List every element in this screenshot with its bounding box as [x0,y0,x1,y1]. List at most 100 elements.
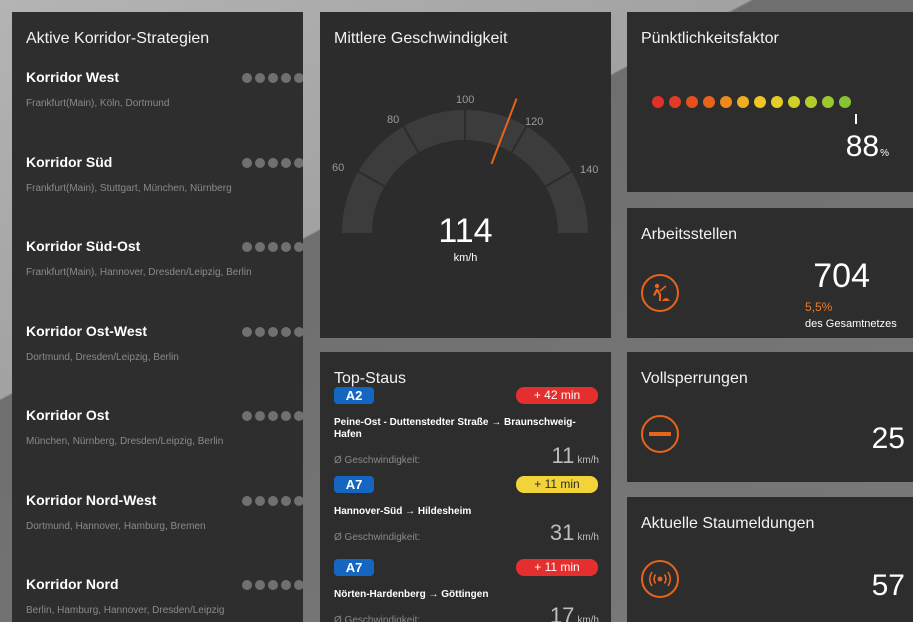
scale-dot [788,96,800,108]
corridor-item[interactable]: Korridor West Frankfurt(Main), Köln, Dort… [26,69,303,129]
corridor-cities: Dortmund, Hannover, Hamburg, Bremen [26,520,206,532]
status-dot [268,242,278,252]
worksites-percent: 5,5% [805,300,833,314]
corridor-cities: Berlin, Hamburg, Hannover, Dresden/Leipz… [26,605,225,616]
scale-dot [737,96,749,108]
status-dot [255,242,265,252]
status-dot [255,411,265,421]
status-dot [281,242,291,252]
scale-dot [669,96,681,108]
top-jams-panel: Top-Staus A2 + 42 min Peine-Ost - Duttenst… [320,352,611,622]
status-dot [268,157,278,168]
corridor-strategies-panel: Aktive Korridor-Strategien Korridor West… [12,12,303,622]
status-dot [281,326,291,337]
status-dot [268,495,278,506]
speed-unit: km/h [453,252,478,264]
corridor-name: Korridor Süd-Ost [26,238,141,254]
speed-value: 114 [438,212,493,250]
panel-title: Pünktlichkeitsfaktor [641,30,779,47]
average-speed-panel: Mittlere Geschwindigkeit 60 80 100 120 140 1… [320,12,611,338]
status-dots [242,73,303,83]
corridor-cities: Frankfurt(Main), Köln, Dortmund [26,98,170,109]
panel-title: Arbeitsstellen [641,226,738,243]
punctuality-marker [855,114,857,124]
scale-dot [839,96,851,108]
gauge-tick-label: 140 [580,164,599,176]
corridor-cities: Dortmund, Dresden/Leipzig, Berlin [26,351,179,363]
speed-label: Ø Geschwindigkeit: [334,615,421,622]
scale-dot [703,96,715,108]
jam-route: Peine-Ost - Duttenstedter Straße → Braun… [334,417,576,440]
gauge-tick-label: 60 [332,162,345,174]
status-dot [268,326,278,337]
scale-dot [822,96,834,108]
road-badge: A7 [334,476,374,493]
corridor-item[interactable]: Korridor Süd-Ost Frankfurt(Main), Hannove… [26,238,303,298]
status-dot [281,73,291,83]
status-dot [255,73,265,83]
corridor-item[interactable]: Korridor Süd Frankfurt(Main), Stuttgart, … [26,153,303,214]
status-dot [242,580,252,590]
no-entry-icon [641,415,679,453]
punctuality-scale [652,96,851,108]
corridor-name: Korridor Ost [26,407,110,423]
corridor-item[interactable]: Korridor Ost München, Nürnberg, Dresden/L… [26,407,303,467]
status-dot [242,495,252,506]
worksites-panel: Arbeitsstellen 704 5,5% des Gesamtnetzes [627,208,913,338]
corridor-item[interactable]: Korridor Nord-West Dortmund, Hannover, Ha… [26,491,303,552]
broadcast-icon [641,560,679,598]
status-dot [281,411,291,421]
scale-dot [720,96,732,108]
scale-dot [771,96,783,108]
corridor-name: Korridor Nord-West [26,491,157,508]
status-dot [242,411,252,421]
road-badge: A7 [334,559,374,576]
speed-gauge [342,98,588,234]
scale-dot [805,96,817,108]
scale-dot [652,96,664,108]
scale-dot [754,96,766,108]
corridor-cities: München, Nürnberg, Dresden/Leipzig, Berl… [26,436,224,447]
worksites-value: 704 [813,257,870,295]
status-dots [242,242,303,252]
jam-route: Nörten-Hardenberg → Göttingen [334,589,489,600]
corridor-cities: Frankfurt(Main), Hannover, Dresden/Leipz… [26,267,252,278]
closures-value: 25 [871,422,905,455]
corridor-item[interactable]: Korridor Ost-West Dortmund, Dresden/Leipz… [26,323,303,383]
punctuality-value: 88% [845,130,889,163]
worksites-caption: des Gesamtnetzes [805,318,897,330]
corridor-name: Korridor Süd [26,153,113,170]
status-dot [294,411,303,421]
corridor-name: Korridor West [26,69,120,85]
jams-value: 57 [871,569,905,602]
status-dot [255,326,265,337]
status-dots [242,411,303,421]
corridor-item[interactable]: Korridor Nord Berlin, Hamburg, Hannover, … [26,576,303,622]
panel-title: Mittlere Geschwindigkeit [334,30,508,47]
status-dot [294,157,303,168]
panel-title: Vollsperrungen [641,370,748,387]
status-dot [281,580,291,590]
status-dot [294,580,303,590]
status-dot [294,242,303,252]
status-dot [268,580,278,590]
delay-badge: + 42 min [516,387,598,404]
status-dot [281,495,291,506]
status-dot [268,73,278,83]
delay-badge: + 11 min [516,559,598,576]
punctuality-panel: Pünktlichkeitsfaktor 88% [627,12,913,192]
status-dots [242,326,303,337]
status-dot [242,157,252,168]
status-dots [242,580,303,590]
speed-label: Ø Geschwindigkeit: [334,532,421,543]
roadwork-icon [641,274,679,312]
jam-speed: 17 km/h [549,603,599,622]
status-dot [281,157,291,168]
panel-title: Top-Staus [334,370,407,387]
gauge-tick-label: 120 [525,116,544,128]
status-dots [242,157,303,168]
status-dot [255,580,265,590]
jam-speed: 11 km/h [551,443,599,468]
status-dot [255,157,265,168]
status-dot [255,495,265,506]
